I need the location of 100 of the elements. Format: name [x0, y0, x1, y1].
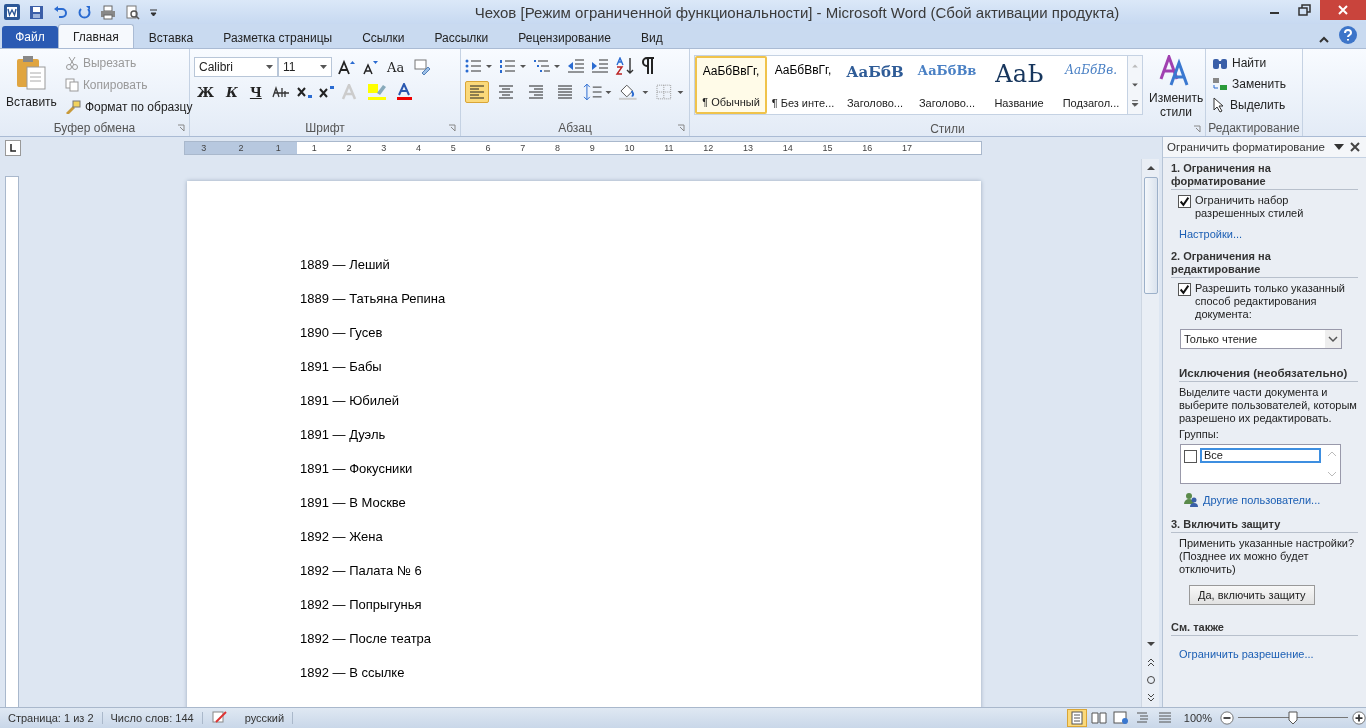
- redo-icon[interactable]: [77, 5, 91, 19]
- section-heading: 2. Ограничения на редактирование: [1171, 250, 1358, 278]
- ribbon-tab[interactable]: Рецензирование: [503, 26, 626, 48]
- word-count[interactable]: Число слов: 144: [102, 712, 203, 724]
- style-item[interactable]: АаЬ Название: [983, 56, 1055, 114]
- ruler-number: 6: [485, 143, 491, 153]
- font-name-field[interactable]: Calibri: [194, 57, 278, 77]
- zoom-slider[interactable]: [1238, 711, 1348, 725]
- checkbox[interactable]: [1178, 283, 1191, 296]
- copy-icon: [64, 77, 79, 92]
- dropdown-arrow-icon[interactable]: [266, 65, 273, 69]
- zoom-out-icon[interactable]: [1220, 711, 1234, 725]
- clipboard-button[interactable]: Формат по образцу: [62, 97, 195, 116]
- editing-button[interactable]: Выделить: [1210, 95, 1298, 114]
- ribbon-tab[interactable]: Рассылки: [419, 26, 504, 48]
- grow-font-icon[interactable]: [338, 59, 356, 75]
- word-logo-icon[interactable]: [4, 4, 20, 20]
- superscript-icon[interactable]: [318, 85, 335, 99]
- pane-menu-icon[interactable]: [1334, 143, 1344, 151]
- style-item[interactable]: АаБбВв Заголово...: [911, 56, 983, 114]
- bullets-icon[interactable]: [465, 58, 493, 74]
- dialog-launcher-icon[interactable]: [677, 124, 685, 132]
- page-indicator[interactable]: Страница: 1 из 2: [0, 712, 103, 724]
- ruler-number: 1: [275, 143, 281, 153]
- close-icon[interactable]: [1350, 142, 1360, 152]
- increase-indent-icon[interactable]: [591, 58, 609, 74]
- undo-icon[interactable]: [53, 4, 68, 20]
- reading-layout-icon[interactable]: [1089, 710, 1108, 726]
- print-layout-icon[interactable]: [1067, 710, 1086, 726]
- section-heading: 3. Включить защиту: [1171, 518, 1358, 533]
- bold-button[interactable]: Ж: [194, 84, 218, 100]
- underline-button[interactable]: Ч: [246, 84, 265, 100]
- zoom-level[interactable]: 100%: [1175, 712, 1220, 724]
- dialog-launcher-icon[interactable]: [1193, 125, 1201, 133]
- customize-icon[interactable]: [149, 6, 158, 18]
- ribbon-tab[interactable]: Главная: [58, 24, 134, 48]
- paste-button[interactable]: Вставить: [4, 53, 59, 120]
- document-line: 1892 — В ссылке: [300, 664, 406, 681]
- proofing-icon[interactable]: [210, 710, 229, 726]
- language-indicator[interactable]: русский: [236, 712, 294, 724]
- align-icon: [557, 85, 574, 99]
- multilevel-list-icon[interactable]: [533, 58, 561, 74]
- zoom-slider-thumb[interactable]: [1288, 711, 1298, 725]
- change-styles-button[interactable]: Изменить стили: [1147, 53, 1206, 121]
- style-item[interactable]: АаБбВ Заголово...: [839, 56, 911, 114]
- line-spacing-icon[interactable]: [583, 83, 613, 101]
- change-case-button[interactable]: Aa: [384, 59, 408, 75]
- restrict-permission-link[interactable]: Ограничить разрешение...: [1179, 648, 1358, 660]
- numbering-icon[interactable]: [499, 58, 527, 74]
- file-tab[interactable]: Файл: [2, 26, 58, 48]
- enable-protection-button[interactable]: Да, включить защиту: [1189, 585, 1315, 605]
- editing-button[interactable]: Найти: [1210, 53, 1298, 72]
- ribbon-tab[interactable]: Вставка: [133, 26, 209, 48]
- printer-icon[interactable]: [100, 4, 116, 20]
- font-size-field[interactable]: 11: [278, 57, 332, 77]
- editing-button[interactable]: Заменить: [1210, 74, 1298, 93]
- vertical-scrollbar[interactable]: [1141, 159, 1159, 707]
- font-color-icon[interactable]: [394, 83, 415, 101]
- ribbon-tab[interactable]: Разметка страницы: [208, 26, 348, 48]
- style-item[interactable]: АаБбВв. Подзагол...: [1055, 56, 1127, 114]
- document-line: 1891 — Дуэль: [300, 426, 387, 443]
- group-name[interactable]: Все: [1200, 448, 1321, 463]
- checkbox[interactable]: [1184, 449, 1197, 463]
- style-item[interactable]: АаБбВвГг, ¶ Без инте...: [767, 56, 839, 114]
- help-icon[interactable]: [1338, 25, 1358, 45]
- clear-formatting-icon[interactable]: [413, 59, 432, 75]
- ruler-number: 16: [862, 143, 873, 153]
- pilcrow-icon[interactable]: [641, 57, 655, 75]
- dialog-launcher-icon[interactable]: [177, 124, 185, 132]
- cursor-icon: [1212, 96, 1226, 113]
- shading-icon[interactable]: [618, 83, 650, 101]
- subscript-icon[interactable]: [296, 85, 313, 99]
- save-icon[interactable]: [29, 4, 44, 20]
- ruler-number: 13: [743, 143, 753, 153]
- style-item[interactable]: АаБбВвГг, ¶ Обычный: [695, 56, 767, 114]
- close-icon[interactable]: [1320, 0, 1366, 20]
- users-icon[interactable]: [1183, 492, 1199, 508]
- print-preview-icon[interactable]: [125, 4, 140, 20]
- editing-type-dropdown[interactable]: Только чтение: [1180, 329, 1342, 349]
- tab-selector-icon[interactable]: [5, 140, 21, 156]
- decrease-indent-icon[interactable]: [567, 58, 585, 74]
- ribbon-tab[interactable]: Ссылки: [347, 26, 420, 48]
- dialog-launcher-icon[interactable]: [448, 124, 456, 132]
- groups-list[interactable]: Все: [1180, 444, 1341, 484]
- shrink-font-icon[interactable]: [362, 59, 378, 75]
- scroll-thumb[interactable]: [1143, 177, 1158, 294]
- dropdown-arrow-icon[interactable]: [320, 65, 327, 69]
- checkbox[interactable]: [1178, 195, 1191, 208]
- align-button[interactable]: [465, 81, 489, 103]
- ruler-number: 9: [589, 143, 595, 153]
- italic-button[interactable]: К: [223, 84, 241, 100]
- ribbon-tab[interactable]: Вид: [625, 26, 678, 48]
- strikethrough-icon[interactable]: [270, 85, 291, 99]
- settings-link[interactable]: Настройки...: [1179, 228, 1358, 240]
- ruler-number: 4: [416, 143, 422, 153]
- sort-icon[interactable]: [615, 57, 635, 75]
- other-users-link[interactable]: Другие пользователи...: [1203, 494, 1321, 506]
- collapse-ribbon-icon[interactable]: [1318, 35, 1330, 45]
- zoom-in-icon[interactable]: [1352, 711, 1366, 725]
- web-layout-icon[interactable]: [1111, 710, 1130, 726]
